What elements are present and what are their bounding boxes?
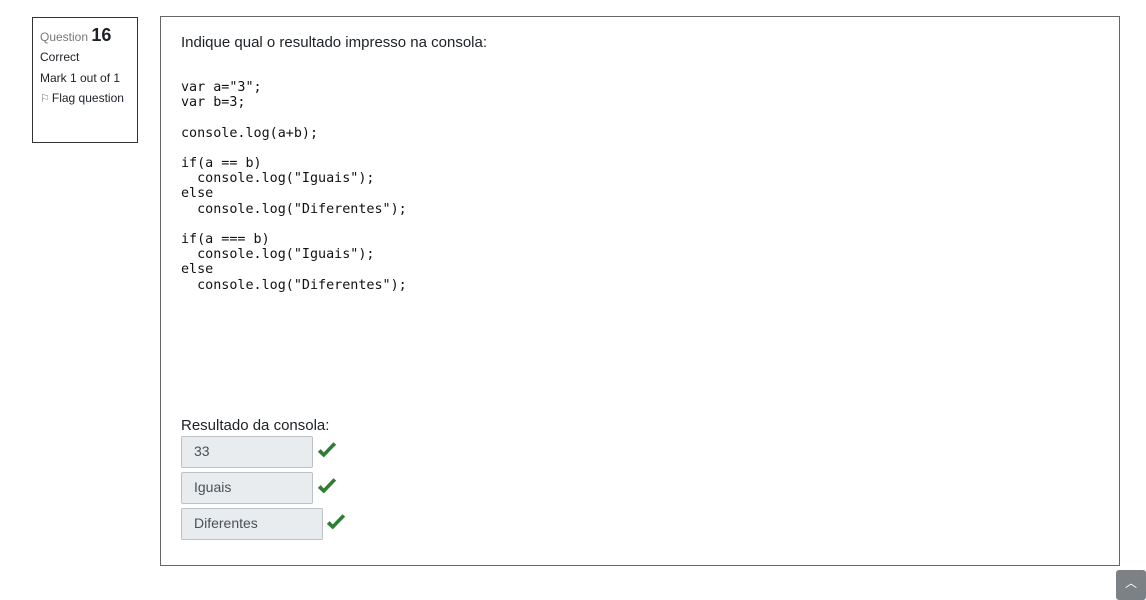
question-info-panel: Question 16 Correct Mark 1 out of 1 ⚐ Fla…: [32, 17, 138, 143]
answer-field-3[interactable]: Diferentes: [181, 508, 323, 540]
back-to-top-button[interactable]: ︿: [1116, 570, 1146, 600]
question-label: Question: [40, 30, 89, 44]
check-icon: [317, 442, 337, 458]
check-icon: [326, 514, 346, 530]
flag-icon: ⚐: [40, 92, 50, 105]
flag-question-label: Flag question: [51, 90, 124, 105]
flag-question-link[interactable]: ⚐ Flag question: [40, 90, 130, 106]
answer-field-2[interactable]: Iguais: [181, 472, 313, 504]
question-grade: Mark 1 out of 1: [40, 70, 121, 85]
result-label: Resultado da consola:: [181, 417, 330, 434]
chevron-up-icon: ︿: [1124, 576, 1137, 590]
answer-field-1[interactable]: 33: [181, 436, 313, 468]
check-icon: [317, 478, 337, 494]
question-number: 16: [91, 25, 112, 45]
code-block: var a="3"; var b=3; console.log(a+b); if…: [181, 80, 407, 293]
question-number-row: Question 16: [40, 24, 130, 47]
question-state: Correct: [40, 49, 80, 64]
question-content: Indique qual o resultado impresso na con…: [160, 16, 1120, 566]
question-text: Indique qual o resultado impresso na con…: [181, 34, 488, 51]
